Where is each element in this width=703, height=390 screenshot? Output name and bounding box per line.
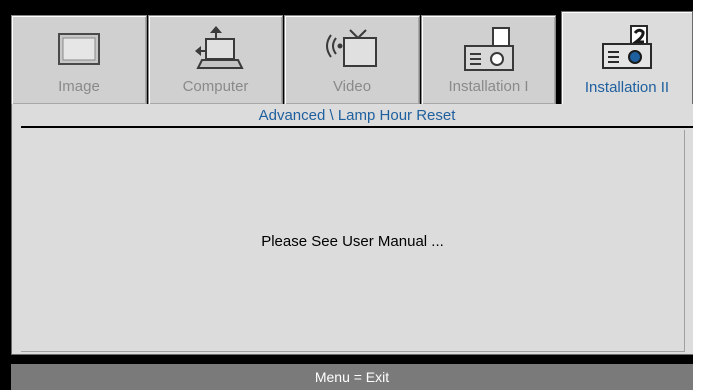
tab-label: Image <box>58 78 100 95</box>
tab-label: Installation I <box>448 78 529 95</box>
message-panel: Please See User Manual ... <box>21 130 685 352</box>
tab-label: Video <box>332 78 372 95</box>
tab-installation-1[interactable]: Installation I <box>421 15 556 105</box>
tab-installation-2[interactable]: Installation II <box>561 11 693 116</box>
tab-label: Installation II <box>584 79 670 96</box>
image-icon <box>58 33 100 65</box>
tab-label: Computer <box>182 78 249 95</box>
osd-menu: Image Computer Video Installation I Inst… <box>0 0 693 390</box>
content-panel: Advanced \ Lamp Hour Reset Please See Us… <box>11 104 693 355</box>
tab-image[interactable]: Image <box>11 15 147 105</box>
installation-2-icon <box>602 25 652 69</box>
message-text: Please See User Manual ... <box>261 233 444 250</box>
installation-1-icon <box>463 27 514 71</box>
breadcrumb: Advanced \ Lamp Hour Reset <box>21 104 693 128</box>
video-icon <box>326 29 377 67</box>
tab-computer[interactable]: Computer <box>148 15 283 105</box>
menu-exit-hint: Menu = Exit <box>11 364 693 390</box>
tab-video[interactable]: Video <box>284 15 420 105</box>
computer-icon <box>194 26 244 69</box>
